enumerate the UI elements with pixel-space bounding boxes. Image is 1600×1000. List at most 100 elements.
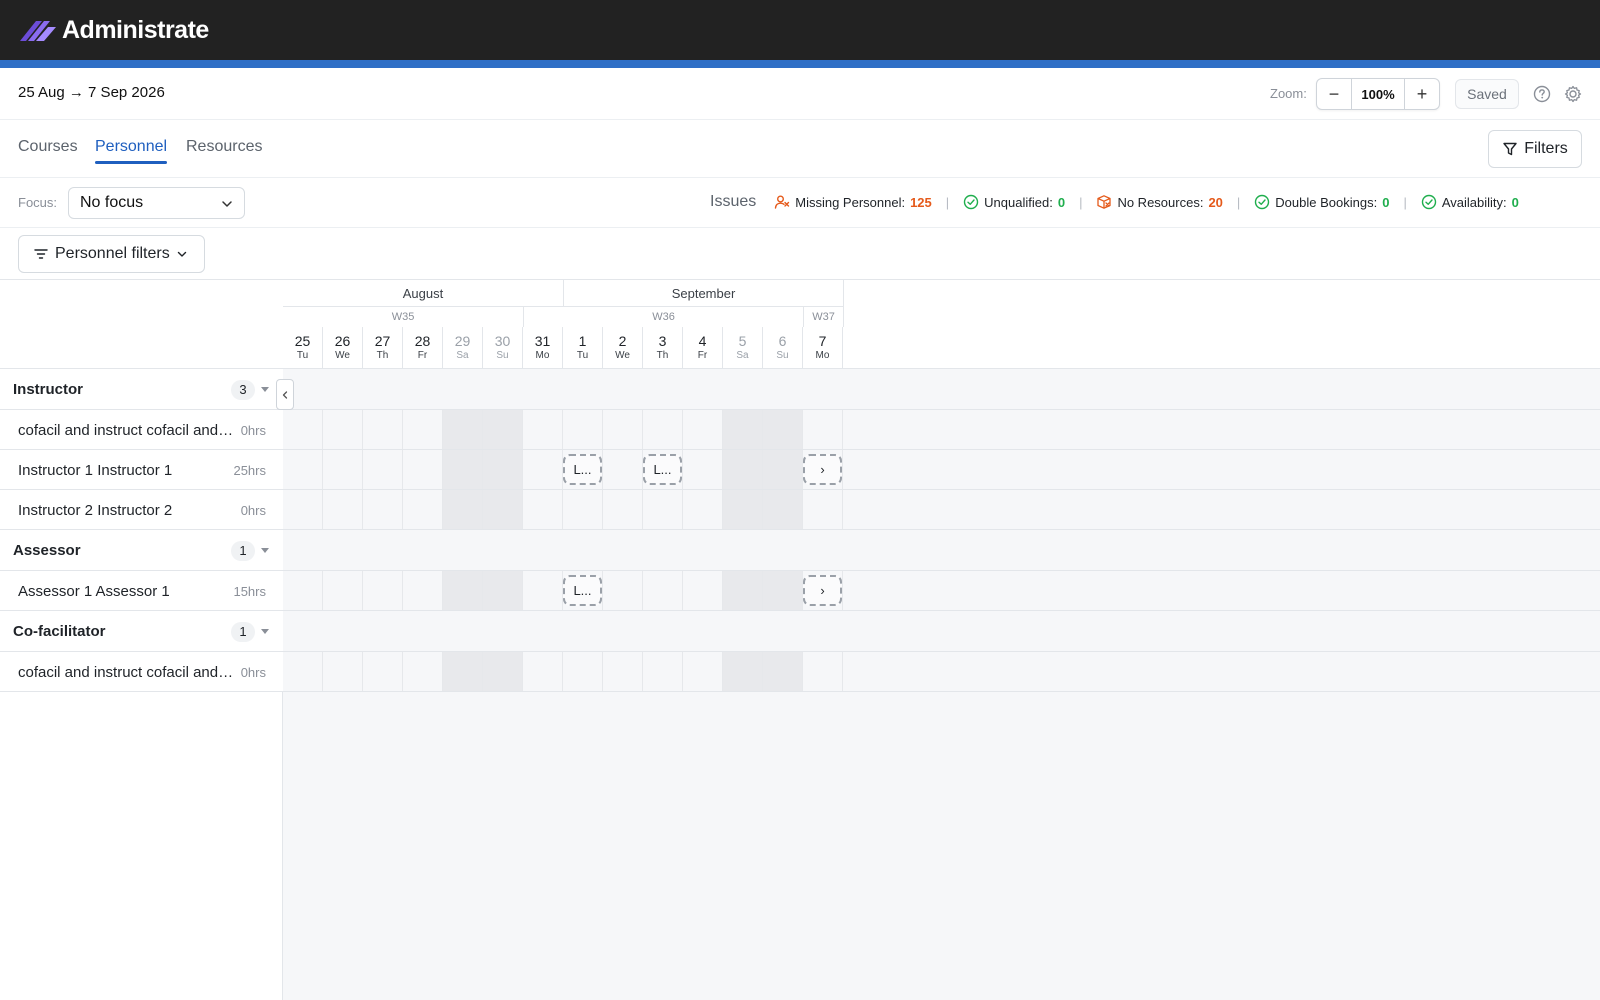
day-cell[interactable] (803, 652, 843, 691)
day-cell[interactable] (363, 652, 403, 691)
day-cell[interactable] (603, 490, 643, 529)
person-row[interactable]: Instructor 2 Instructor 2 0hrs (0, 490, 283, 530)
day-cell[interactable] (403, 571, 443, 610)
person-row[interactable]: cofacil and instruct cofacil and instruc… (0, 410, 283, 450)
role-group-row[interactable]: Instructor 3 (0, 369, 283, 410)
day-cell[interactable] (563, 652, 603, 691)
day-cell[interactable] (763, 652, 803, 691)
course-event[interactable]: › (803, 454, 842, 485)
day-cell[interactable] (403, 410, 443, 449)
day-cell[interactable] (563, 410, 603, 449)
person-row[interactable]: Instructor 1 Instructor 1 25hrs (0, 450, 283, 490)
day-cell[interactable] (483, 450, 523, 489)
box-missing-icon (1097, 195, 1112, 209)
day-cell[interactable] (763, 410, 803, 449)
day-cell[interactable] (523, 410, 563, 449)
caret-down-icon[interactable] (261, 629, 269, 634)
day-cell[interactable] (683, 450, 723, 489)
role-group-row[interactable]: Co-facilitator 1 (0, 611, 283, 652)
caret-down-icon[interactable] (261, 387, 269, 392)
focus-select[interactable]: No focus (68, 187, 245, 219)
course-event[interactable]: L... (643, 454, 682, 485)
day-cell[interactable] (603, 410, 643, 449)
day-cell[interactable] (523, 571, 563, 610)
day-cell[interactable] (323, 490, 363, 529)
tab-personnel[interactable]: Personnel (95, 138, 168, 164)
day-cell[interactable] (283, 450, 323, 489)
course-event[interactable]: › (803, 575, 842, 606)
day-cell[interactable] (803, 490, 843, 529)
caret-down-icon[interactable] (261, 548, 269, 553)
day-cell[interactable] (643, 410, 683, 449)
day-cell[interactable] (643, 571, 683, 610)
day-cell[interactable] (723, 490, 763, 529)
day-cell[interactable] (683, 652, 723, 691)
day-cell[interactable] (603, 450, 643, 489)
day-cell[interactable] (483, 571, 523, 610)
day-cell[interactable] (363, 410, 403, 449)
help-icon[interactable] (1533, 85, 1551, 103)
day-cell[interactable] (723, 571, 763, 610)
day-cell[interactable] (283, 571, 323, 610)
day-cell[interactable] (403, 450, 443, 489)
day-cell[interactable] (443, 410, 483, 449)
day-cell[interactable] (523, 450, 563, 489)
day-cell[interactable] (323, 652, 363, 691)
day-cell[interactable] (443, 571, 483, 610)
course-event[interactable]: L... (563, 454, 602, 485)
day-cell[interactable] (483, 410, 523, 449)
date-range[interactable]: 25 Aug → 7 Sep 2026 (18, 84, 165, 101)
day-cell[interactable] (523, 652, 563, 691)
day-cell[interactable] (363, 450, 403, 489)
collapse-panel-button[interactable] (276, 379, 294, 410)
person-row[interactable]: Assessor 1 Assessor 1 15hrs (0, 571, 283, 611)
day-cell[interactable] (683, 571, 723, 610)
day-cell[interactable] (363, 490, 403, 529)
tab-courses[interactable]: Courses (18, 138, 78, 156)
gear-icon[interactable] (1563, 84, 1583, 104)
person-row[interactable]: cofacil and instruct cofacil and instruc… (0, 652, 283, 692)
day-cell[interactable] (723, 652, 763, 691)
filters-button[interactable]: Filters (1488, 130, 1582, 168)
day-cell[interactable] (763, 490, 803, 529)
day-cell[interactable] (443, 490, 483, 529)
issue-unqualified[interactable]: Unqualified: 0 (963, 194, 1065, 210)
day-cell[interactable] (363, 571, 403, 610)
course-event[interactable]: L... (563, 575, 602, 606)
day-cell[interactable] (523, 490, 563, 529)
personnel-filters-button[interactable]: Personnel filters (18, 235, 205, 273)
day-cell[interactable] (643, 490, 683, 529)
day-cell[interactable] (283, 652, 323, 691)
day-cell[interactable] (763, 450, 803, 489)
day-cell[interactable] (683, 490, 723, 529)
issue-double-bookings[interactable]: Double Bookings: 0 (1254, 194, 1389, 210)
day-cell[interactable] (443, 652, 483, 691)
day-cell[interactable] (323, 410, 363, 449)
day-cell[interactable] (723, 450, 763, 489)
day-cell[interactable] (283, 490, 323, 529)
day-cell[interactable] (603, 652, 643, 691)
day-cell[interactable] (443, 450, 483, 489)
issue-no-resources[interactable]: No Resources: 20 (1096, 194, 1223, 210)
role-group-row[interactable]: Assessor 1 (0, 530, 283, 571)
day-cell[interactable] (403, 490, 443, 529)
day-cell[interactable] (763, 571, 803, 610)
day-cell[interactable] (323, 450, 363, 489)
day-cell[interactable] (683, 410, 723, 449)
zoom-in-button[interactable]: + (1405, 79, 1439, 109)
day-cell[interactable] (643, 652, 683, 691)
day-cell[interactable] (483, 652, 523, 691)
day-cell[interactable] (283, 410, 323, 449)
day-cell[interactable] (603, 571, 643, 610)
day-cell[interactable] (483, 490, 523, 529)
day-cell[interactable] (803, 410, 843, 449)
saved-button[interactable]: Saved (1455, 79, 1519, 109)
day-cell[interactable] (723, 410, 763, 449)
tab-resources[interactable]: Resources (186, 138, 262, 156)
zoom-out-button[interactable]: − (1317, 79, 1351, 109)
day-cell[interactable] (403, 652, 443, 691)
day-cell[interactable] (323, 571, 363, 610)
day-cell[interactable] (563, 490, 603, 529)
issue-missing-personnel[interactable]: Missing Personnel: 125 (774, 194, 932, 210)
issue-availability[interactable]: Availability: 0 (1421, 194, 1519, 210)
